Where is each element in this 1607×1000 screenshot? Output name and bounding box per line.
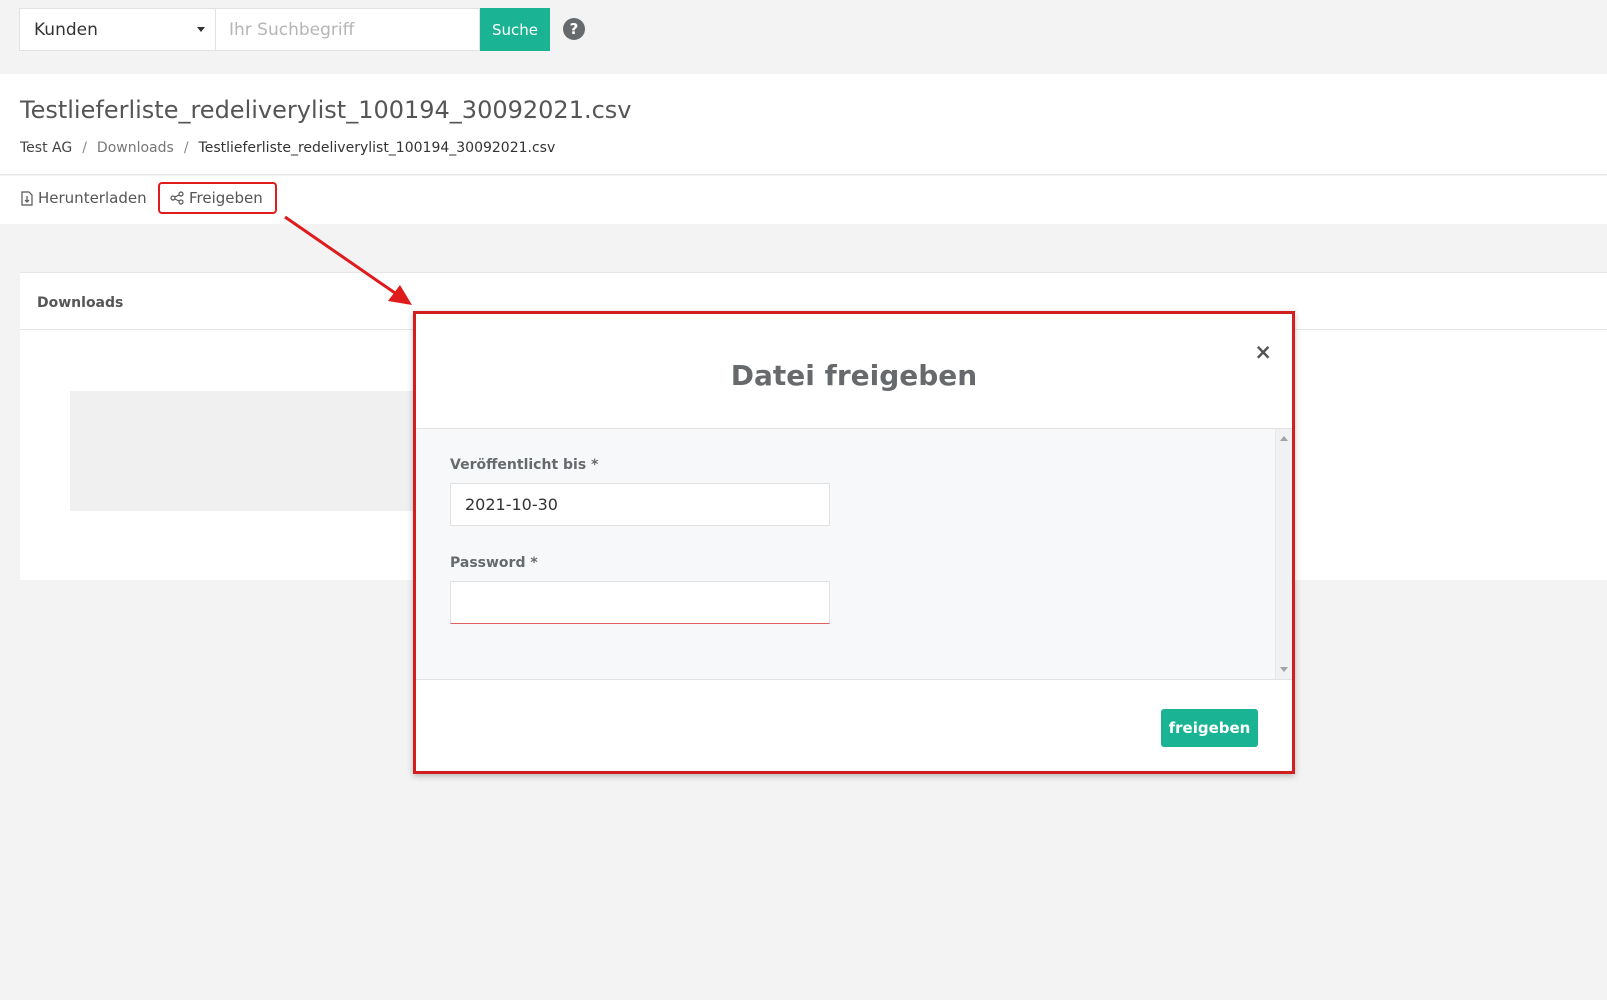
category-select[interactable]: Kunden: [19, 8, 216, 51]
breadcrumb-separator: /: [82, 140, 87, 156]
search-group: Kunden Suche: [19, 8, 550, 51]
modal-title: Datei freigeben: [730, 359, 978, 392]
action-toolbar: Herunterladen Freigeben: [0, 176, 1607, 224]
published-until-label: Veröffentlicht bis *: [450, 457, 599, 473]
annotation-arrow: [284, 215, 412, 305]
download-button[interactable]: Herunterladen: [21, 182, 147, 214]
scroll-down-icon[interactable]: [1280, 667, 1288, 672]
share-icon: [170, 191, 184, 205]
share-button-label: Freigeben: [189, 189, 263, 207]
share-submit-button[interactable]: freigeben: [1161, 709, 1258, 747]
breadcrumb-current: Testlieferliste_redeliverylist_100194_30…: [198, 140, 556, 156]
breadcrumb-downloads[interactable]: Downloads: [97, 140, 174, 156]
panel-title: Downloads: [37, 295, 124, 311]
modal-scrollbar[interactable]: [1275, 429, 1292, 679]
caret-down-icon: [197, 27, 205, 32]
page-header: Testlieferliste_redeliverylist_100194_30…: [0, 74, 1607, 175]
file-download-icon: [21, 190, 33, 206]
search-button[interactable]: Suche: [480, 8, 550, 51]
password-input[interactable]: [450, 581, 830, 624]
modal-body: Veröffentlicht bis * Password *: [416, 428, 1292, 680]
published-until-input[interactable]: [450, 483, 830, 526]
breadcrumb: Test AG / Downloads / Testlieferliste_re…: [20, 140, 555, 156]
top-search-bar: Kunden Suche ?: [0, 0, 1607, 74]
breadcrumb-separator: /: [183, 140, 189, 156]
share-button[interactable]: Freigeben: [158, 182, 277, 214]
page-title: Testlieferliste_redeliverylist_100194_30…: [20, 96, 632, 124]
breadcrumb-root[interactable]: Test AG: [20, 140, 72, 156]
category-select-value: Kunden: [34, 19, 98, 40]
scroll-up-icon[interactable]: [1280, 436, 1288, 441]
help-icon[interactable]: ?: [563, 18, 585, 40]
download-button-label: Herunterladen: [38, 189, 147, 207]
search-input[interactable]: [216, 8, 480, 51]
password-label: Password *: [450, 555, 538, 571]
share-file-modal: × Datei freigeben Veröffentlicht bis * P…: [413, 311, 1295, 774]
